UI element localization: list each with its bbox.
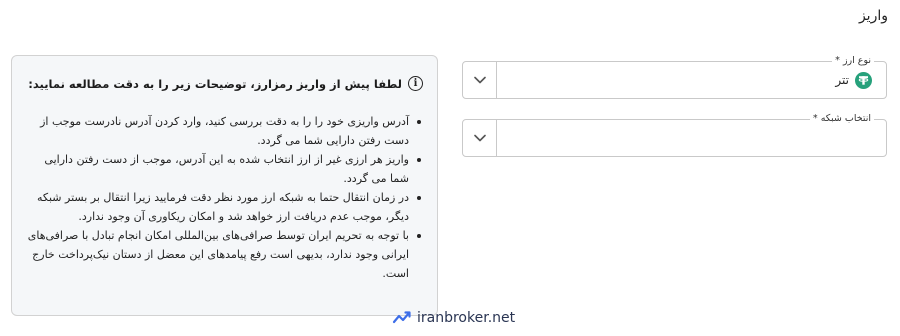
- info-icon: i: [408, 76, 423, 91]
- currency-select[interactable]: نوع ارز * تتر: [462, 54, 887, 99]
- watermark-text: iranbroker.net: [417, 310, 516, 326]
- deposit-notice: i لطفا پیش از واریز رمزارز، توضیحات زیر …: [11, 55, 438, 316]
- tether-icon: [855, 71, 872, 89]
- network-select-label: انتخاب شبکه *: [809, 112, 874, 126]
- network-dropdown-toggle[interactable]: [463, 120, 497, 156]
- notice-heading-text: لطفا پیش از واریز رمزارز، توضیحات زیر را…: [28, 76, 402, 91]
- chevron-down-icon: [473, 134, 486, 142]
- page-title: واریز: [858, 8, 888, 24]
- list-item: در زمان انتقال حتما به شبکه ارز مورد نظر…: [27, 188, 423, 226]
- list-item: با توجه به تحریم ایران توسط صرافی‌های بی…: [27, 226, 423, 283]
- list-item: آدرس واریزی خود را را به دقت بررسی کنید،…: [27, 112, 423, 150]
- notice-heading: i لطفا پیش از واریز رمزارز، توضیحات زیر …: [28, 76, 423, 91]
- currency-select-value: تتر: [835, 62, 872, 98]
- currency-dropdown-toggle[interactable]: [463, 62, 497, 98]
- watermark: iranbroker.net: [392, 309, 515, 327]
- chevron-down-icon: [473, 76, 486, 84]
- trend-logo-icon: [392, 311, 411, 324]
- network-select[interactable]: انتخاب شبکه *: [462, 112, 887, 157]
- list-item: واریز هر ارزی غیر از ارز انتخاب شده به ا…: [27, 150, 423, 188]
- currency-value-text: تتر: [835, 73, 849, 87]
- notice-list: آدرس واریزی خود را را به دقت بررسی کنید،…: [27, 112, 423, 283]
